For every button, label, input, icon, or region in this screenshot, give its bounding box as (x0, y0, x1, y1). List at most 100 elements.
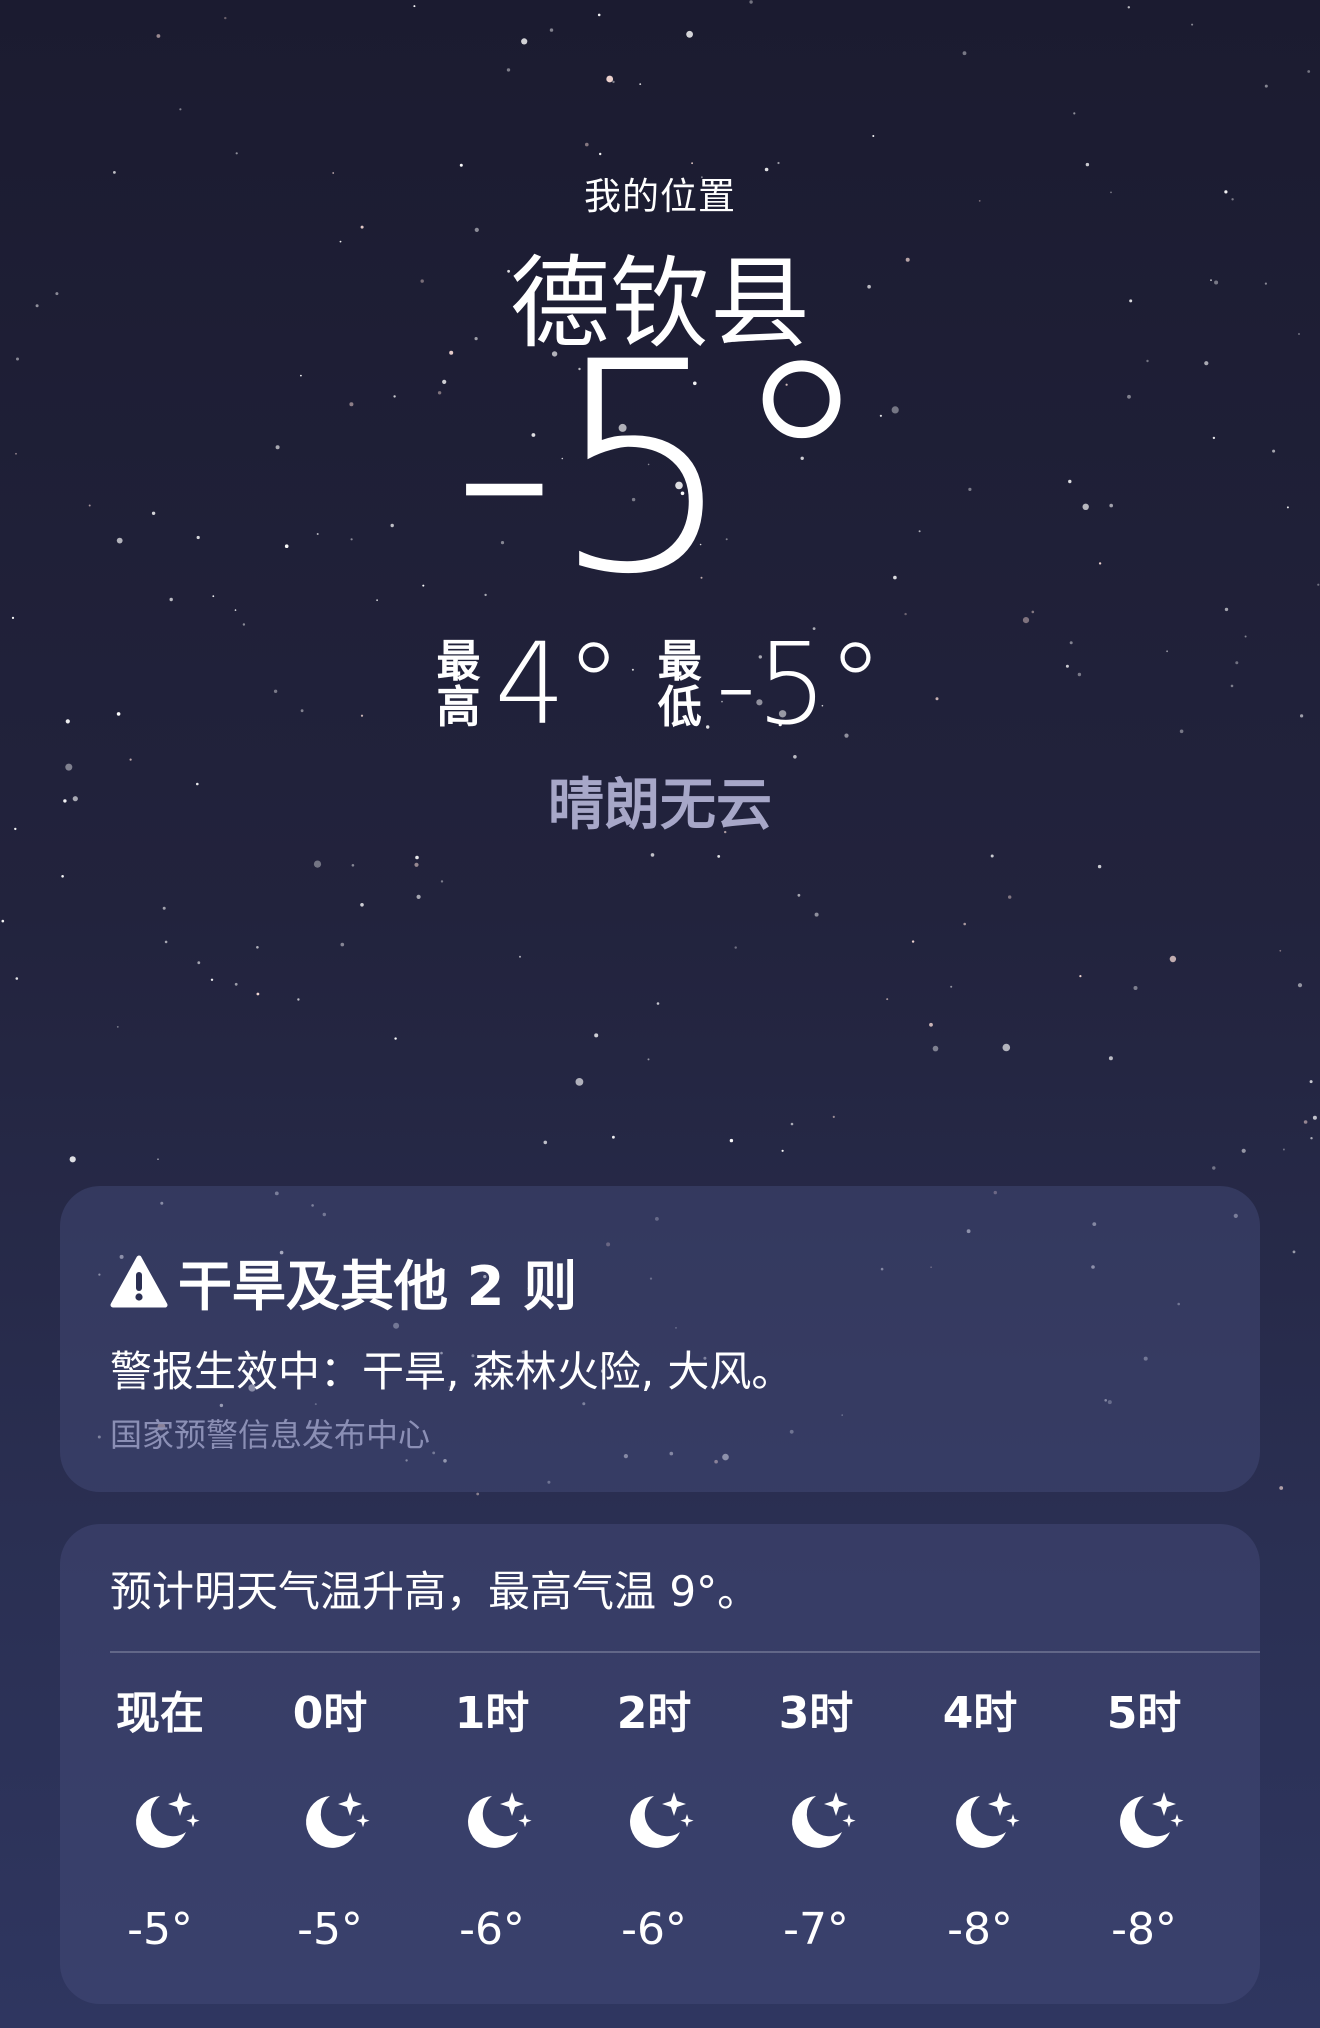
star (911, 940, 915, 943)
star (1169, 955, 1177, 963)
star (15, 977, 19, 980)
star (476, 1492, 480, 1496)
hourly-forecast-card[interactable]: 预计明天气温升高，最高气温 9°。 现在 -5° 0时 -5° 1时 -6° 2时 -… (60, 1524, 1260, 2004)
high-label: 最 高 (437, 639, 481, 731)
star (210, 978, 214, 981)
star (414, 862, 419, 867)
high-label-char-1: 最 (436, 636, 481, 687)
star (686, 30, 693, 38)
star (599, 152, 602, 156)
star (606, 75, 614, 83)
low-label-char-1: 最 (657, 636, 702, 687)
star (647, 1058, 650, 1061)
hour-label: 5时 (1106, 1688, 1182, 1739)
current-temperature: -5° (451, 301, 874, 638)
star (932, 1045, 939, 1052)
star (1309, 1080, 1313, 1084)
severe-weather-alert-card[interactable]: 干旱及其他 2 则 警报生效中：干旱, 森林火险, 大风。 国家预警信息发布中心 (60, 1186, 1260, 1492)
star (950, 985, 953, 988)
star (832, 1115, 835, 1118)
star (506, 68, 511, 72)
star (1079, 975, 1082, 978)
star (781, 1149, 784, 1152)
star (313, 860, 322, 868)
high-label-char-2: 高 (436, 682, 481, 733)
star (351, 864, 355, 867)
star (162, 906, 166, 910)
star (962, 51, 967, 56)
star (585, 142, 589, 147)
star (416, 894, 421, 900)
hour-label: 3时 (778, 1688, 854, 1739)
star (340, 942, 345, 947)
hour-label: 2时 (616, 1688, 692, 1739)
star (639, 83, 642, 85)
moon-stars-icon (306, 1792, 370, 1848)
hour-label: 0时 (292, 1688, 368, 1739)
star (11, 616, 15, 620)
star (886, 998, 889, 1001)
star (1008, 895, 1012, 899)
hour-temp: -8° (947, 1904, 1013, 1955)
hour-label: 4时 (942, 1688, 1018, 1739)
star (656, 1002, 660, 1005)
moon-stars-icon (630, 1792, 694, 1848)
hourly-forecast-list[interactable]: 现在 -5° 0时 -5° 1时 -6° 2时 -6° 3时 -7° 4时 -8° 5时 -… (60, 1684, 1260, 1994)
hour-item: 1时 -6° (422, 1684, 562, 1955)
star (729, 1138, 734, 1143)
high-temperature: 最 高 4° (437, 620, 622, 750)
star (1312, 1115, 1317, 1120)
moon-stars-icon (1120, 1792, 1184, 1848)
star (197, 961, 201, 965)
star (69, 1156, 76, 1163)
star (256, 946, 259, 949)
star (543, 1140, 548, 1145)
star (1, 919, 5, 923)
high-temp-value: 4° (494, 620, 622, 750)
forecast-summary: 预计明天气温升高，最高气温 9°。 (110, 1567, 760, 1616)
star (777, 161, 780, 165)
star (1279, 1486, 1284, 1490)
star (413, 5, 416, 8)
star (61, 875, 64, 878)
alert-body: 警报生效中：干旱, 森林火险, 大风。 (110, 1347, 794, 1396)
star (1303, 1120, 1308, 1124)
star (814, 912, 819, 917)
hour-temp: -7° (783, 1904, 849, 1955)
star (1310, 1137, 1313, 1140)
star (749, 0, 753, 4)
hour-temp: -8° (1111, 1904, 1177, 1955)
low-label-char-2: 低 (657, 682, 702, 733)
weather-condition: 晴朗无云 (548, 773, 772, 838)
star (594, 1033, 599, 1038)
star (179, 108, 182, 111)
star (1297, 983, 1303, 988)
star (1279, 949, 1282, 952)
low-temperature: 最 低 -5° (658, 620, 884, 750)
star (224, 16, 227, 20)
star (116, 1026, 119, 1028)
star (415, 855, 419, 860)
alert-title: 干旱及其他 2 则 (110, 1242, 577, 1321)
star (519, 955, 521, 958)
moon-stars-icon (136, 1792, 200, 1848)
hour-item: 现在 -5° (90, 1684, 230, 1955)
star (156, 34, 161, 38)
moon-stars-icon (792, 1792, 856, 1848)
star (691, 162, 693, 165)
star (1127, 6, 1131, 9)
star (521, 38, 528, 45)
low-temp-value: -5° (715, 620, 884, 750)
star (394, 1037, 397, 1040)
star (440, 880, 444, 883)
hour-temp: -6° (459, 1904, 525, 1955)
hour-item: 0时 -5° (260, 1684, 400, 1955)
star (734, 946, 737, 949)
star (793, 755, 797, 759)
star (790, 1122, 794, 1126)
star (234, 982, 238, 986)
star (297, 998, 300, 1001)
star (717, 855, 721, 858)
star (1292, 1250, 1296, 1254)
star (990, 854, 994, 858)
